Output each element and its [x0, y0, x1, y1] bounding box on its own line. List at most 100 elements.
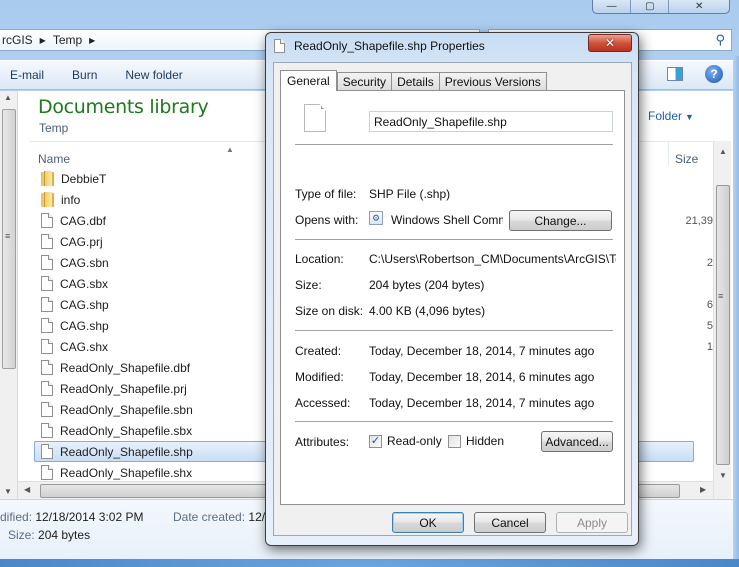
- file-icon: [41, 297, 53, 312]
- file-type-icon: [304, 104, 326, 132]
- caret-down-icon: ▼: [685, 112, 694, 122]
- burn-button[interactable]: Burn: [72, 68, 97, 82]
- scroll-up-arrow-icon[interactable]: ▲: [4, 93, 12, 102]
- chevron-right-icon[interactable]: ▶: [40, 36, 46, 45]
- checkbox-checked-icon[interactable]: ✓: [369, 434, 382, 448]
- opens-with-label: Opens with:: [295, 213, 359, 227]
- window-controls: — ▢ ✕: [592, 0, 730, 14]
- properties-dialog: ReadOnly_Shapefile.shp Properties ✕ Gene…: [265, 32, 639, 546]
- new-folder-button[interactable]: New folder: [125, 68, 182, 82]
- hidden-checkbox[interactable]: Hidden: [448, 434, 504, 448]
- email-button[interactable]: E-mail: [10, 68, 44, 82]
- size-label: Size:: [295, 278, 322, 292]
- file-icon: [41, 339, 53, 354]
- navigation-pane-scrollbar[interactable]: ▲ ≡ ▼: [0, 91, 18, 499]
- divider: [295, 330, 613, 331]
- scroll-down-arrow-icon[interactable]: ▼: [4, 487, 12, 496]
- folder-icon: [41, 191, 54, 207]
- minimize-button[interactable]: —: [593, 0, 632, 13]
- dialog-titlebar: ReadOnly_Shapefile.shp Properties: [274, 39, 485, 53]
- file-icon: [41, 360, 53, 375]
- scroll-up-arrow-icon[interactable]: ▲: [719, 147, 727, 156]
- file-name: ReadOnly_Shapefile.shx: [60, 465, 193, 480]
- close-window-button[interactable]: ✕: [669, 0, 729, 13]
- change-button[interactable]: Change...: [509, 210, 612, 231]
- scroll-down-arrow-icon[interactable]: ▼: [719, 471, 727, 480]
- ok-button[interactable]: OK: [392, 512, 464, 533]
- file-icon: [41, 444, 53, 459]
- checkbox-unchecked-icon[interactable]: [448, 434, 461, 448]
- file-name: CAG.prj: [60, 234, 103, 249]
- size-on-disk-label: Size on disk:: [295, 304, 364, 318]
- close-icon: ✕: [604, 36, 616, 50]
- file-name: CAG.shp: [60, 318, 109, 333]
- detail-size: Size: 204 bytes: [8, 528, 90, 542]
- read-only-label: Read-only: [387, 434, 442, 448]
- detail-modified-label: dified:: [0, 510, 33, 524]
- cancel-button[interactable]: Cancel: [474, 512, 546, 533]
- detail-modified: dified: 12/18/2014 3:02 PM: [0, 510, 143, 524]
- tab-general[interactable]: General: [280, 70, 337, 91]
- file-name: CAG.dbf: [60, 213, 107, 228]
- attributes-label: Attributes:: [295, 435, 350, 449]
- general-tab-panel: Type of file: SHP File (.shp) Opens with…: [280, 90, 625, 505]
- modified-label: Modified:: [295, 370, 344, 384]
- chevron-right-icon[interactable]: ▶: [89, 36, 95, 45]
- maximize-button[interactable]: ▢: [631, 0, 670, 13]
- window-frame: [733, 56, 739, 559]
- dialog-title: ReadOnly_Shapefile.shp Properties: [294, 39, 485, 53]
- detail-created: Date created: 12/: [173, 510, 265, 524]
- file-name: ReadOnly_Shapefile.prj: [60, 381, 187, 396]
- scrollbar-grip-icon: ≡: [5, 231, 11, 241]
- file-icon: [41, 234, 53, 249]
- library-subtitle: Temp: [39, 121, 69, 135]
- column-divider[interactable]: [668, 142, 669, 166]
- tab-details[interactable]: Details: [391, 72, 440, 91]
- detail-created-label: Date created:: [173, 510, 246, 524]
- search-icon[interactable]: ⚲: [715, 32, 725, 48]
- advanced-button[interactable]: Advanced...: [541, 431, 613, 452]
- detail-created-value: 12/: [248, 510, 266, 524]
- file-name: CAG.sbn: [60, 255, 109, 270]
- apply-button[interactable]: Apply: [556, 512, 628, 533]
- file-name: CAG.sbx: [60, 276, 109, 291]
- breadcrumb-item-temp[interactable]: Temp: [53, 33, 82, 47]
- file-name: DebbieT: [61, 171, 107, 186]
- file-icon: [41, 213, 53, 228]
- application-icon: ⚙: [369, 211, 383, 225]
- column-header-name[interactable]: Name: [38, 152, 70, 166]
- file-list-vertical-scrollbar[interactable]: ▲ ≡ ▼: [713, 141, 731, 499]
- preview-pane-icon[interactable]: [667, 67, 683, 81]
- tab-previous-versions[interactable]: Previous Versions: [438, 72, 547, 91]
- created-label: Created:: [295, 344, 342, 358]
- column-header-size[interactable]: Size: [675, 152, 698, 166]
- file-icon: [274, 39, 285, 53]
- tab-security[interactable]: Security: [336, 72, 393, 91]
- detail-size-value: 204 bytes: [38, 528, 91, 542]
- file-icon: [41, 423, 53, 438]
- folder-icon: [41, 170, 54, 186]
- accessed-label: Accessed:: [295, 396, 351, 410]
- read-only-checkbox[interactable]: ✓ Read-only: [369, 434, 442, 448]
- scroll-left-arrow-icon[interactable]: ◀: [24, 485, 30, 494]
- arrange-by-value: Folder: [648, 109, 683, 123]
- help-icon[interactable]: ?: [705, 65, 723, 83]
- file-name: info: [61, 192, 81, 207]
- dialog-close-button[interactable]: ✕: [588, 34, 632, 52]
- detail-modified-value: 12/18/2014 3:02 PM: [35, 510, 144, 524]
- file-name: ReadOnly_Shapefile.sbn: [60, 402, 193, 417]
- file-icon: [41, 381, 53, 396]
- file-name: ReadOnly_Shapefile.dbf: [60, 360, 191, 375]
- location-label: Location:: [295, 252, 344, 266]
- dialog-body: General Security Details Previous Versio…: [273, 62, 632, 536]
- file-icon: [41, 402, 53, 417]
- arrange-by-dropdown[interactable]: Folder ▼: [648, 109, 694, 123]
- size-value: 204 bytes (204 bytes): [369, 278, 485, 292]
- filename-input[interactable]: [369, 111, 613, 132]
- file-icon: [41, 318, 53, 333]
- breadcrumb-item-arcgis[interactable]: rcGIS: [2, 33, 33, 47]
- modified-value: Today, December 18, 2014, 6 minutes ago: [369, 370, 595, 384]
- scrollbar-thumb[interactable]: [716, 185, 730, 465]
- opens-with-value: Windows Shell Commor: [391, 213, 503, 227]
- scroll-right-arrow-icon[interactable]: ▶: [700, 485, 706, 494]
